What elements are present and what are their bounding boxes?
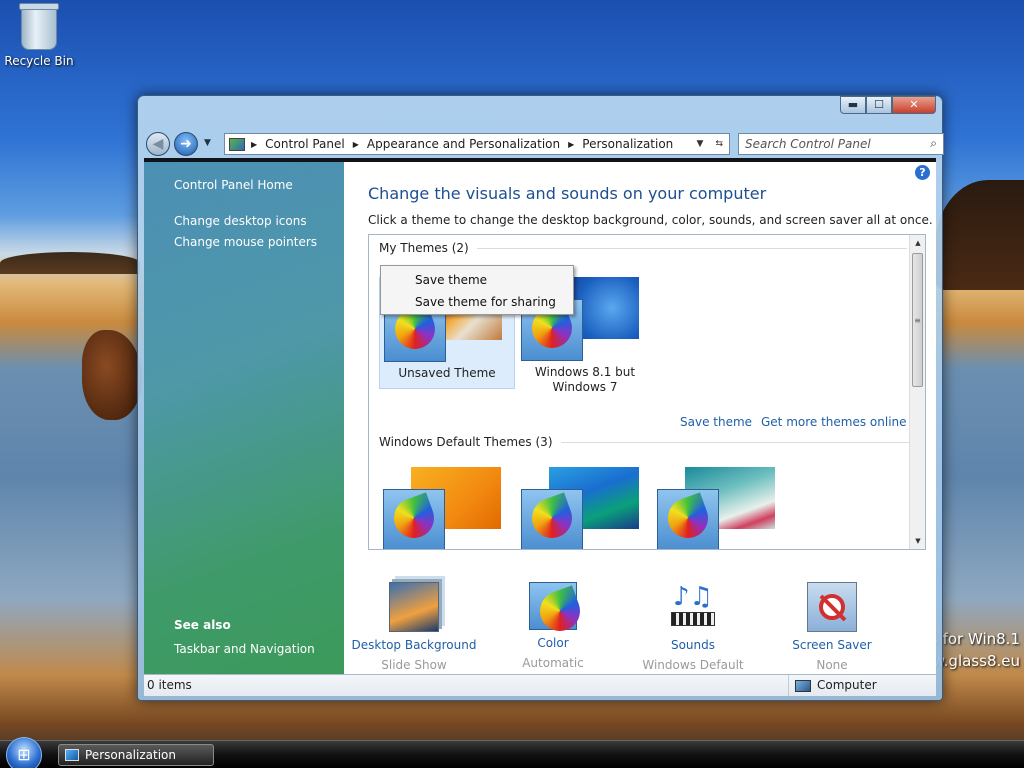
chevron-right-icon[interactable]: ▶ <box>353 140 359 149</box>
theme-list-scrollbar[interactable]: ▲ ≡ ▼ <box>909 235 925 549</box>
control-panel-icon <box>229 137 245 151</box>
color-palette-icon <box>383 489 445 549</box>
control-panel-home-link[interactable]: Control Panel Home <box>174 178 293 192</box>
recent-pages-dropdown-icon[interactable]: ▼ <box>204 138 211 148</box>
page-subtitle: Click a theme to change the desktop back… <box>368 213 933 227</box>
theme-list: My Themes (2) Unsaved Theme Windows 8.1 … <box>368 234 926 550</box>
taskbar-item-personalization[interactable]: Personalization <box>58 744 214 766</box>
breadcrumb-personalization[interactable]: Personalization <box>582 137 673 151</box>
theme-lines-colors[interactable] <box>517 467 653 549</box>
default-themes-group-header: Windows Default Themes (3) <box>379 435 921 449</box>
screen-saver-value: None <box>816 658 848 672</box>
status-bar: 0 items Computer <box>144 674 936 696</box>
taskbar-navigation-link[interactable]: Taskbar and Navigation <box>174 642 315 656</box>
taskbar: ⊞ Personalization <box>0 737 1024 768</box>
screen-saver-label[interactable]: Screen Saver <box>762 638 902 652</box>
sounds-label[interactable]: Sounds <box>623 638 763 652</box>
default-themes-heading: Windows Default Themes (3) <box>379 435 553 449</box>
screen-saver-icon <box>807 582 857 632</box>
chevron-right-icon[interactable]: ▶ <box>251 140 257 149</box>
search-icon[interactable]: ⌕ <box>930 136 937 151</box>
my-themes-group-header: My Themes (2) <box>379 241 907 255</box>
desktop-wallpaper-headland <box>0 252 140 274</box>
address-controls: ▼ ⇆ <box>697 139 729 149</box>
minimize-button[interactable]: ▬ <box>840 96 866 114</box>
maximize-button[interactable]: ☐ <box>866 96 892 114</box>
desktop-wallpaper-cliff <box>935 180 1024 290</box>
status-items-count: 0 items <box>147 678 192 692</box>
address-dropdown-icon[interactable]: ▼ <box>697 139 704 149</box>
navigation-bar: ◀ ➜ ▼ ▶ Control Panel ▶ Appearance and P… <box>146 130 944 158</box>
sounds-setting[interactable]: ♪♫ Sounds Windows Default <box>623 582 763 672</box>
breadcrumb-control-panel[interactable]: Control Panel <box>265 137 345 151</box>
desktop-background-value: Slide Show <box>381 658 447 672</box>
recycle-bin-icon <box>19 3 59 50</box>
my-themes-heading: My Themes (2) <box>379 241 469 255</box>
color-palette-icon <box>529 582 577 630</box>
forward-button[interactable]: ➜ <box>174 132 198 156</box>
desktop-background-setting[interactable]: Desktop Background Slide Show <box>344 582 484 672</box>
theme-name: Unsaved Theme <box>398 366 496 380</box>
sounds-value: Windows Default <box>642 658 744 672</box>
scroll-up-arrow-icon[interactable]: ▲ <box>910 235 925 251</box>
change-mouse-pointers-link[interactable]: Change mouse pointers <box>174 235 317 249</box>
personalization-window: ▬ ☐ ✕ ◀ ➜ ▼ ▶ Control Panel ▶ Appearance… <box>137 95 944 701</box>
computer-icon <box>795 679 811 692</box>
refresh-icon[interactable]: ⇆ <box>715 139 723 149</box>
taskbar-item-label: Personalization <box>85 748 176 762</box>
back-button[interactable]: ◀ <box>146 132 170 156</box>
get-more-themes-link[interactable]: Get more themes online <box>761 415 907 429</box>
save-theme-link[interactable]: Save theme <box>680 415 752 429</box>
recycle-bin-label: Recycle Bin <box>4 54 74 68</box>
close-button[interactable]: ✕ <box>892 96 936 114</box>
scroll-thumb[interactable]: ≡ <box>912 253 923 387</box>
control-panel-icon <box>65 749 79 761</box>
desktop-wallpaper-rock <box>82 330 142 420</box>
theme-name: Windows 8.1 but Windows 7 <box>534 365 636 394</box>
search-placeholder: Search Control Panel <box>745 137 871 151</box>
task-pane: Control Panel Home Change desktop icons … <box>144 162 344 674</box>
color-setting[interactable]: Color Automatic <box>483 582 623 670</box>
desktop-background-icon <box>389 582 439 632</box>
color-label[interactable]: Color <box>483 636 623 650</box>
main-content: ? Change the visuals and sounds on your … <box>344 162 936 674</box>
search-input[interactable]: Search Control Panel ⌕ <box>738 133 944 155</box>
recycle-bin-shortcut[interactable]: Recycle Bin <box>4 3 74 68</box>
group-divider <box>476 247 907 249</box>
see-also-heading: See also <box>174 618 231 632</box>
theme-flowers[interactable] <box>653 467 789 549</box>
color-palette-icon <box>657 489 719 549</box>
menu-item-save-theme[interactable]: Save theme <box>383 269 571 291</box>
page-title: Change the visuals and sounds on your co… <box>368 184 767 203</box>
status-location-label: Computer <box>817 678 877 692</box>
theme-context-menu: Save theme Save theme for sharing <box>380 265 574 315</box>
scroll-down-arrow-icon[interactable]: ▼ <box>910 533 925 549</box>
help-icon[interactable]: ? <box>915 165 930 180</box>
status-location: Computer <box>788 675 877 696</box>
color-value: Automatic <box>522 656 584 670</box>
group-divider <box>560 441 921 443</box>
breadcrumb-appearance[interactable]: Appearance and Personalization <box>367 137 560 151</box>
desktop-background-label[interactable]: Desktop Background <box>344 638 484 652</box>
change-desktop-icons-link[interactable]: Change desktop icons <box>174 214 307 228</box>
sounds-icon: ♪♫ <box>668 582 718 632</box>
menu-item-save-theme-for-sharing[interactable]: Save theme for sharing <box>383 291 571 313</box>
chevron-right-icon[interactable]: ▶ <box>568 140 574 149</box>
start-button[interactable]: ⊞ <box>6 737 42 768</box>
color-palette-icon <box>521 489 583 549</box>
screen-saver-setting[interactable]: Screen Saver None <box>762 582 902 672</box>
theme-windows[interactable] <box>379 467 515 549</box>
caption-buttons: ▬ ☐ ✕ <box>840 96 936 114</box>
address-bar[interactable]: ▶ Control Panel ▶ Appearance and Persona… <box>224 133 730 155</box>
